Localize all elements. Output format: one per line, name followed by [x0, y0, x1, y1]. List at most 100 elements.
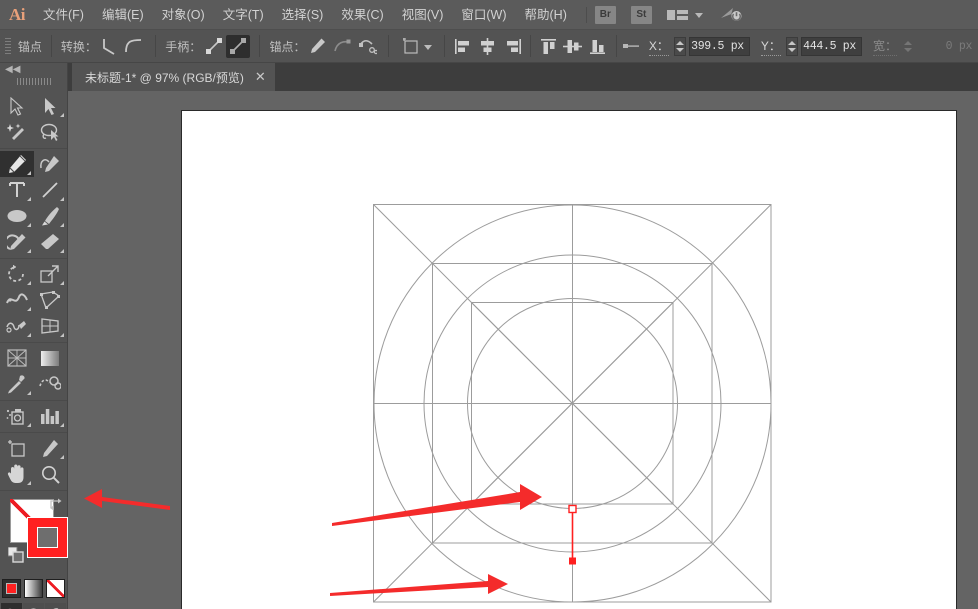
stock-button[interactable]: St [630, 5, 652, 24]
zoom-tool[interactable] [34, 461, 68, 487]
curvature-tool[interactable] [34, 151, 68, 177]
color-mode-button[interactable] [2, 579, 21, 598]
y-stepper[interactable] [785, 36, 798, 56]
draw-behind-button[interactable] [23, 603, 44, 609]
chevron-down-icon[interactable] [694, 13, 703, 18]
blend-tool[interactable] [34, 371, 68, 397]
remove-anchor-icon[interactable] [305, 35, 330, 58]
stroke-swatch[interactable] [27, 517, 68, 558]
menu-view[interactable]: 视图(V) [393, 0, 453, 30]
collapse-panel-icon[interactable]: ◀◀ [0, 63, 67, 76]
control-bar-grip[interactable] [5, 37, 11, 55]
y-coordinate-input[interactable]: 444.5 px [800, 36, 862, 56]
width-tool[interactable] [0, 287, 34, 313]
menu-window[interactable]: 窗口(W) [452, 0, 515, 30]
paintbrush-tool[interactable] [34, 203, 68, 229]
swap-fill-stroke-icon[interactable] [49, 497, 63, 511]
align-right-icon[interactable] [500, 35, 525, 58]
tool-flyout-indicator [26, 481, 31, 485]
none-mode-button[interactable] [46, 579, 65, 598]
menu-select[interactable]: 选择(S) [273, 0, 333, 30]
tool-flyout-indicator [60, 113, 64, 117]
cut-path-icon[interactable] [355, 35, 380, 58]
convert-label: 转换： [60, 39, 97, 54]
hand-tool[interactable] [0, 461, 34, 487]
convert-to-corner-icon[interactable] [97, 35, 122, 58]
align-left-icon[interactable] [451, 35, 476, 58]
symbol-sprayer-tool[interactable] [0, 403, 34, 429]
menu-object[interactable]: 对象(O) [153, 0, 214, 30]
tools-panel-grip[interactable] [16, 76, 51, 87]
magic-wand-tool[interactable] [0, 119, 34, 145]
draw-normal-button[interactable] [1, 603, 22, 609]
menu-effect[interactable]: 效果(C) [332, 0, 392, 30]
tool-flyout-indicator [26, 391, 31, 395]
align-horizontal-center-icon[interactable] [476, 35, 501, 58]
pen-tool[interactable] [0, 151, 34, 177]
convert-to-smooth-icon[interactable] [122, 35, 147, 58]
hide-handles-icon[interactable] [225, 34, 251, 58]
tool-group-symbol [0, 401, 67, 433]
bridge-button[interactable]: Br [594, 5, 616, 24]
shaper-tool[interactable] [0, 229, 34, 255]
tool-flyout-indicator [60, 197, 64, 201]
line-segment-tool[interactable] [34, 177, 68, 203]
artboard[interactable] [181, 110, 957, 609]
gradient-mode-button[interactable] [24, 579, 43, 598]
tools-panel: ◀◀ [0, 63, 68, 609]
x-stepper[interactable] [673, 36, 686, 56]
tool-flyout-indicator [26, 307, 31, 311]
handles-label: 手柄： [165, 39, 202, 54]
scale-tool[interactable] [34, 261, 68, 287]
app-logo: Ai [9, 4, 26, 24]
tool-flyout-indicator [60, 249, 64, 253]
type-tool[interactable] [0, 177, 34, 203]
perspective-grid-tool[interactable] [34, 313, 68, 339]
draw-mode-buttons [0, 603, 67, 609]
align-top-icon[interactable] [536, 35, 561, 58]
rotate-tool[interactable] [0, 261, 34, 287]
draw-inside-button[interactable] [45, 603, 66, 609]
selection-tool[interactable] [0, 93, 34, 119]
menu-type[interactable]: 文字(T) [214, 0, 273, 30]
width-input: 0 px [945, 39, 973, 53]
free-transform-tool[interactable] [34, 287, 68, 313]
column-graph-tool[interactable] [34, 403, 68, 429]
tool-flyout-indicator [26, 281, 31, 285]
menu-edit[interactable]: 编辑(E) [93, 0, 153, 30]
ellipse-tool[interactable] [0, 203, 34, 229]
arrange-documents-icon[interactable] [666, 8, 689, 22]
artboard-tool[interactable] [0, 435, 34, 461]
menu-help[interactable]: 帮助(H) [516, 0, 576, 30]
anchor-point-hollow [568, 504, 577, 514]
tool-group-navigation [0, 433, 67, 491]
align-bottom-icon[interactable] [585, 35, 610, 58]
tool-flyout-indicator [26, 249, 31, 253]
mesh-tool[interactable] [0, 345, 34, 371]
divider [615, 35, 617, 57]
default-fill-stroke-icon[interactable] [7, 546, 24, 563]
lasso-tool[interactable] [34, 119, 68, 145]
slice-tool[interactable] [34, 435, 68, 461]
document-tab[interactable]: 未标题-1* @ 97% (RGB/预览) ✕ [72, 63, 275, 91]
cc-sync-icon[interactable] [720, 5, 744, 25]
gradient-tool[interactable] [34, 345, 68, 371]
x-coordinate-input[interactable]: 399.5 px [688, 36, 750, 56]
menu-file[interactable]: 文件(F) [34, 0, 93, 30]
eraser-tool[interactable] [34, 229, 68, 255]
chevron-down-icon[interactable] [424, 44, 433, 50]
close-icon[interactable]: ✕ [255, 69, 266, 85]
divider [50, 35, 52, 57]
shape-builder-tool[interactable] [0, 313, 34, 339]
transform-icon[interactable] [398, 35, 423, 58]
distribute-icon[interactable] [622, 41, 639, 51]
tool-flyout-indicator [26, 223, 31, 227]
direct-selection-tool[interactable] [34, 93, 68, 119]
canvas-area[interactable] [68, 91, 978, 609]
width-label: 宽： [872, 37, 897, 56]
show-handles-icon[interactable] [201, 35, 226, 58]
connect-anchor-icon[interactable] [330, 35, 355, 58]
eyedropper-tool[interactable] [0, 371, 34, 397]
arrow-to-stroke-swatch [84, 489, 170, 510]
align-vertical-center-icon[interactable] [561, 35, 586, 58]
